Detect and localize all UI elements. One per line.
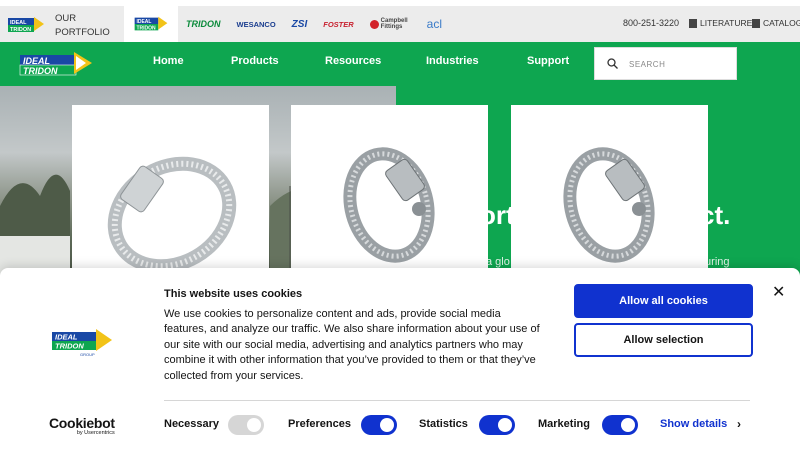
brand-acl[interactable]: acl <box>419 6 450 42</box>
campbell-logo-icon <box>369 19 379 29</box>
statistics-toggle[interactable] <box>479 415 515 435</box>
literature-link[interactable]: LITERATURE <box>689 18 752 28</box>
divider <box>164 400 750 401</box>
cookie-consent-dialog: IDEAL TRIDON GROUP This website uses coo… <box>0 268 800 450</box>
nav-industries[interactable]: Industries <box>426 55 479 67</box>
nav-home[interactable]: Home <box>153 55 184 67</box>
nav-support[interactable]: Support <box>527 55 569 67</box>
ideal-tridon-logo[interactable]: IDEAL TRIDON <box>18 49 92 79</box>
show-details-link[interactable]: Show details <box>660 418 727 430</box>
product-card[interactable] <box>72 105 269 276</box>
cookiebot-logo[interactable]: Cookiebot by Usercentrics <box>49 415 115 436</box>
brand-ideal-tridon[interactable]: IDEAL TRIDON <box>124 6 178 48</box>
catalog-icon <box>752 18 760 28</box>
hose-clamp-image <box>563 147 655 263</box>
option-marketing-label: Marketing <box>538 418 590 430</box>
chevron-right-icon[interactable]: › <box>737 417 741 431</box>
ideal-tridon-logo-small[interactable]: IDEAL TRIDON <box>8 14 44 36</box>
hose-clamp-image <box>107 156 237 274</box>
svg-text:TRIDON: TRIDON <box>23 66 58 76</box>
product-card[interactable] <box>291 105 488 276</box>
svg-text:GROUP: GROUP <box>80 352 95 357</box>
svg-text:TRIDON: TRIDON <box>10 27 31 33</box>
ideal-tridon-group-logo: IDEAL TRIDON GROUP <box>52 329 112 357</box>
allow-all-cookies-button[interactable]: Allow all cookies <box>574 284 753 318</box>
necessary-toggle <box>228 415 264 435</box>
brand-tridon[interactable]: TRIDON <box>178 6 229 42</box>
brand-foster[interactable]: FOSTER <box>315 6 361 42</box>
allow-selection-button[interactable]: Allow selection <box>574 323 753 357</box>
search-icon <box>607 58 618 69</box>
brand-campbell-label: Campbell Fittings <box>380 18 408 30</box>
main-nav: IDEAL TRIDON Home Products Resources Ind… <box>0 42 800 86</box>
svg-text:IDEAL: IDEAL <box>10 20 27 26</box>
brand-strip: IDEAL TRIDON TRIDON WESANCO ZSI FOSTER C… <box>124 6 450 48</box>
close-icon[interactable]: ✕ <box>772 282 785 302</box>
page: IDEAL TRIDON OUR PORTFOLIO IDEAL TRIDON … <box>0 0 800 450</box>
svg-text:TRIDON: TRIDON <box>55 342 84 351</box>
phone-link[interactable]: 800-251-3220 <box>623 18 679 28</box>
product-card[interactable] <box>511 105 708 276</box>
ideal-tridon-brand-icon: IDEAL TRIDON <box>134 16 168 31</box>
hero-subtext-fragment-left: a glo <box>486 256 510 268</box>
search-input[interactable]: SEARCH <box>594 47 737 80</box>
catalog-label: CATALOG <box>763 18 800 28</box>
search-placeholder: SEARCH <box>629 60 666 69</box>
preferences-toggle[interactable] <box>361 415 397 435</box>
svg-text:IDEAL: IDEAL <box>23 56 50 66</box>
literature-icon <box>689 18 697 28</box>
option-preferences-label: Preferences <box>288 418 351 430</box>
svg-text:IDEAL: IDEAL <box>55 333 78 342</box>
option-necessary-label: Necessary <box>164 418 220 430</box>
catalog-link[interactable]: CATALOG <box>752 18 800 28</box>
nav-resources[interactable]: Resources <box>325 55 381 67</box>
svg-text:TRIDON: TRIDON <box>136 25 156 31</box>
brand-wesanco[interactable]: WESANCO <box>229 6 284 42</box>
cookiebot-name: Cookiebot <box>49 415 115 431</box>
nav-products[interactable]: Products <box>231 55 279 67</box>
hero: orti ct. a glo turing <box>0 86 800 276</box>
option-statistics-label: Statistics <box>419 418 468 430</box>
literature-label: LITERATURE <box>700 18 753 28</box>
cookie-title: This website uses cookies <box>164 288 303 300</box>
cookie-body-text: We use cookies to personalize content an… <box>164 308 540 382</box>
marketing-toggle[interactable] <box>602 415 638 435</box>
brand-campbell[interactable]: Campbell Fittings <box>362 6 419 42</box>
portfolio-bar: IDEAL TRIDON OUR PORTFOLIO IDEAL TRIDON … <box>0 0 800 48</box>
svg-text:IDEAL: IDEAL <box>136 19 151 25</box>
brand-zsi[interactable]: ZSI <box>284 6 316 42</box>
our-portfolio-link[interactable]: OUR PORTFOLIO <box>55 12 115 40</box>
hose-clamp-image <box>343 147 435 263</box>
